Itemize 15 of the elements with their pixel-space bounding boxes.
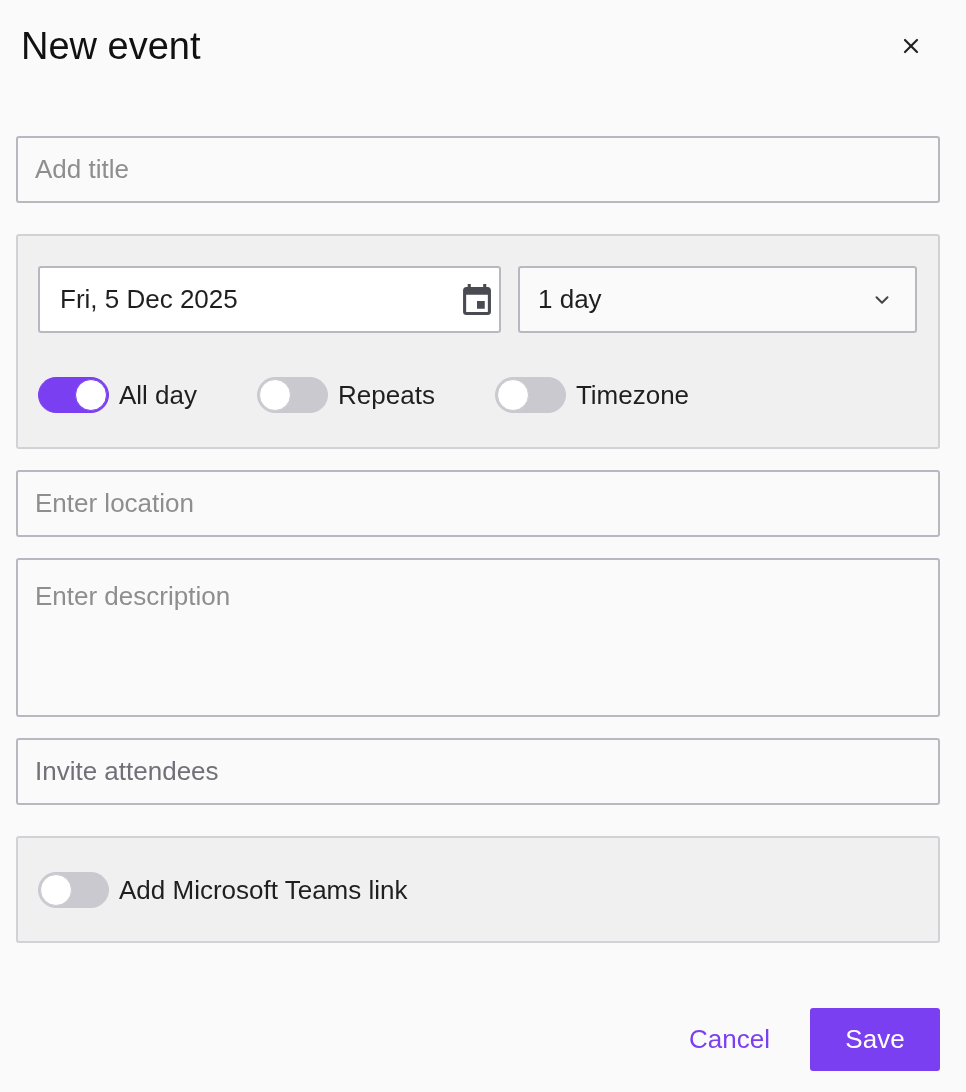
toggle-label: All day [119, 379, 198, 411]
toggle-switch[interactable] [38, 377, 109, 413]
description-input[interactable]: Enter description [16, 558, 940, 717]
cancel-button[interactable]: Cancel [679, 1008, 780, 1071]
dialog-title: New event [21, 24, 201, 68]
toggle-label: Timezone [575, 379, 690, 411]
date-field[interactable]: Fri, 5 Dec 2025 [38, 266, 501, 333]
calendar-icon[interactable] [463, 284, 491, 315]
attendees-input[interactable]: Invite attendees [16, 738, 940, 805]
title-input[interactable]: Add title [16, 136, 940, 203]
toggle-label: Repeats [338, 379, 435, 411]
toggle-label: Add Microsoft Teams link [119, 873, 408, 906]
save-button[interactable]: Save [810, 1008, 940, 1071]
duration-select[interactable]: 1 day [518, 266, 917, 333]
location-input[interactable]: Enter location [16, 470, 940, 537]
